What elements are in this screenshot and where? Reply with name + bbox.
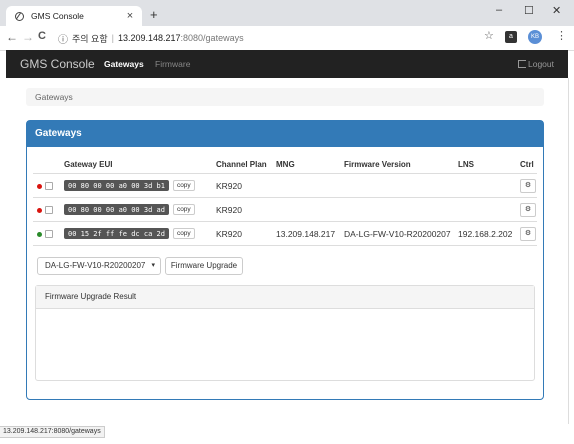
mng-cell xyxy=(275,173,343,198)
gateway-eui-cell: 00 15 2f ff fe dc ca 2d copy xyxy=(63,221,215,246)
table-row: 00 15 2f ff fe dc ca 2d copy KR920 13.209… xyxy=(33,221,537,246)
gateways-table: Gateway EUI Channel Plan MNG Firmware Ve… xyxy=(33,155,537,246)
firmware-cell: DA-LG-FW-V10-R20200207 xyxy=(343,221,457,246)
gateway-eui: 00 80 00 00 a0 00 3d ad xyxy=(64,204,169,216)
row-select xyxy=(33,197,63,222)
site-info-icon[interactable]: ⓘ xyxy=(58,31,68,46)
nav-gateways[interactable]: Gateways xyxy=(104,59,144,69)
nav-firmware[interactable]: Firmware xyxy=(155,59,190,69)
row-checkbox[interactable] xyxy=(45,230,53,239)
browser-tab-strip: GMS Console × + – ☐ ✕ xyxy=(0,0,574,26)
row-checkbox[interactable] xyxy=(45,206,53,215)
profile-avatar[interactable]: KB xyxy=(528,30,542,44)
firmware-upgrade-button[interactable]: Firmware Upgrade xyxy=(165,257,243,275)
copy-button[interactable]: copy xyxy=(172,204,195,216)
page-content: Gateways Gateways Gateway EUI Channel Pl… xyxy=(6,78,569,424)
firmware-select-value: DA-LG-FW-V10-R20200207 xyxy=(45,261,146,270)
channel-plan-cell: KR920 xyxy=(215,197,275,222)
table-row: 00 80 00 00 a0 00 3d ad copy KR920 ⚙ xyxy=(33,197,537,222)
header-firmware-version: Firmware Version xyxy=(343,155,457,174)
gateway-eui: 00 80 00 00 a0 00 3d b1 xyxy=(64,180,169,192)
upgrade-result-panel: Firmware Upgrade Result xyxy=(35,285,535,381)
breadcrumb: Gateways xyxy=(26,88,544,106)
header-channel-plan: Channel Plan xyxy=(215,155,275,174)
gateway-eui-cell: 00 80 00 00 a0 00 3d b1 copy xyxy=(63,173,215,198)
settings-gear-button[interactable]: ⚙ xyxy=(520,178,536,193)
logout-label: Logout xyxy=(528,59,554,69)
tab-title: GMS Console xyxy=(31,11,84,21)
mng-cell xyxy=(275,197,343,222)
table-header-row: Gateway EUI Channel Plan MNG Firmware Ve… xyxy=(33,155,537,174)
row-checkbox[interactable] xyxy=(45,182,53,191)
lns-cell: 192.168.2.202 xyxy=(457,221,519,246)
settings-gear-button[interactable]: ⚙ xyxy=(520,202,536,217)
status-dot xyxy=(37,207,42,213)
bookmark-star-icon[interactable]: ☆ xyxy=(484,29,494,42)
row-select xyxy=(33,173,63,198)
firmware-cell xyxy=(343,197,457,222)
settings-gear-button[interactable]: ⚙ xyxy=(520,226,536,241)
ctrl-cell: ⚙ xyxy=(519,221,537,246)
channel-plan-cell: KR920 xyxy=(215,221,275,246)
browser-tab[interactable]: GMS Console × xyxy=(6,6,142,26)
new-tab-button[interactable]: + xyxy=(150,7,158,22)
browser-menu-icon[interactable]: ⋮ xyxy=(556,29,567,42)
ctrl-cell: ⚙ xyxy=(519,173,537,198)
table-row: 00 80 00 00 a0 00 3d b1 copy KR920 ⚙ xyxy=(33,173,537,198)
firmware-select[interactable]: DA-LG-FW-V10-R20200207 ▾ xyxy=(37,257,161,275)
copy-button[interactable]: copy xyxy=(172,180,195,192)
back-button[interactable]: ← xyxy=(6,30,18,44)
status-bar-url: 13.209.148.217:8080/gateways xyxy=(0,426,105,438)
address-bar[interactable]: ⓘ 주의 요함 | 13.209.148.217 :8080/gateways xyxy=(54,29,502,47)
security-warning: 주의 요함 xyxy=(72,33,108,44)
firmware-cell xyxy=(343,173,457,198)
app-brand[interactable]: GMS Console xyxy=(20,57,95,71)
mng-cell: 13.209.148.217 xyxy=(275,221,343,246)
dropdown-arrow-icon: ▾ xyxy=(151,262,155,269)
lns-cell xyxy=(457,173,519,198)
row-select xyxy=(33,221,63,246)
maximize-button[interactable]: ☐ xyxy=(524,4,534,17)
copy-button[interactable]: copy xyxy=(172,228,195,240)
logout-icon xyxy=(518,60,526,68)
window-close-button[interactable]: ✕ xyxy=(552,4,561,17)
header-gateway-eui: Gateway EUI xyxy=(63,155,215,174)
url-path: :8080/gateways xyxy=(180,33,244,43)
lns-cell xyxy=(457,197,519,222)
reload-button[interactable]: C xyxy=(38,30,46,42)
forward-button[interactable]: → xyxy=(22,30,34,44)
extension-icon[interactable]: a xyxy=(505,31,517,43)
status-dot xyxy=(37,183,42,189)
ctrl-cell: ⚙ xyxy=(519,197,537,222)
header-lns: LNS xyxy=(457,155,519,174)
upgrade-result-title: Firmware Upgrade Result xyxy=(36,286,534,309)
url-host: 13.209.148.217 xyxy=(117,33,181,43)
header-select xyxy=(33,155,63,174)
gateways-panel: Gateways Gateway EUI Channel Plan MNG Fi… xyxy=(26,120,544,400)
blocked-site-icon xyxy=(15,11,24,21)
app-navbar: GMS Console Gateways Firmware Logout xyxy=(6,50,568,78)
tab-close-icon[interactable]: × xyxy=(124,10,136,22)
status-dot xyxy=(37,231,42,237)
gateway-eui-cell: 00 80 00 00 a0 00 3d ad copy xyxy=(63,197,215,222)
gateway-eui: 00 15 2f ff fe dc ca 2d xyxy=(64,228,169,240)
channel-plan-cell: KR920 xyxy=(215,173,275,198)
header-ctrl: Ctrl xyxy=(519,155,537,174)
panel-title: Gateways xyxy=(27,121,543,147)
logout-link[interactable]: Logout xyxy=(518,59,554,69)
minimize-button[interactable]: – xyxy=(496,4,502,16)
omnibox-divider: | xyxy=(111,33,114,43)
header-mng: MNG xyxy=(275,155,343,174)
